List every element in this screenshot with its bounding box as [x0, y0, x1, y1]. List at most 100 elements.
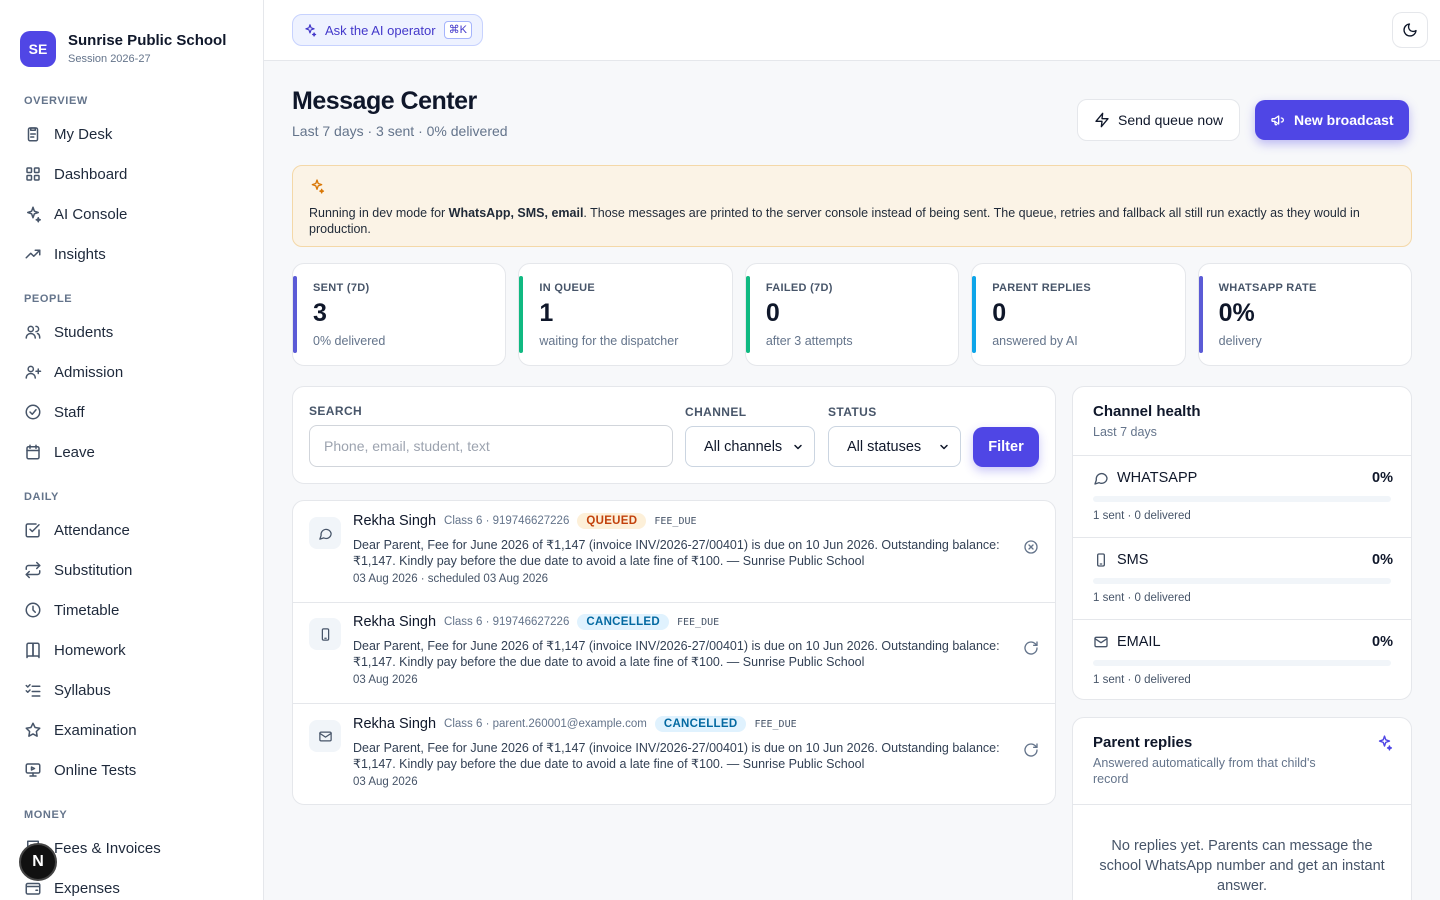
school-name: Sunrise Public School — [68, 32, 227, 49]
sidebar-item-label: Attendance — [54, 521, 130, 539]
topbar: Ask the AI operator ⌘K — [264, 0, 1440, 61]
dev-badge[interactable]: N — [19, 843, 57, 881]
stat-card: PARENT REPLIES 0 answered by AI — [971, 263, 1186, 366]
sidebar-item-label: Insights — [54, 245, 106, 263]
user-plus-icon — [24, 363, 42, 381]
check-square-icon — [24, 521, 42, 539]
message-action-button[interactable] — [1023, 640, 1041, 658]
calendar-icon — [26, 444, 40, 460]
clipboard-icon — [27, 127, 39, 142]
stat-value: 0 — [992, 299, 1007, 327]
message-row[interactable]: Rekha Singh Class 6 · 919746627226 QUEUED F… — [293, 501, 1055, 603]
school-logo: SE — [20, 31, 56, 67]
trending-up-icon — [24, 245, 42, 263]
banner-text: Running in dev mode for WhatsApp, SMS, e… — [309, 205, 1395, 237]
book-icon — [24, 641, 42, 659]
filter-card: SEARCH Phone, email, student, text CHANN… — [292, 386, 1056, 484]
parent-replies-subtitle: Answered automatically from that child's… — [1093, 756, 1316, 786]
divider — [1073, 804, 1411, 805]
sidebar-item-examination[interactable]: Examination — [0, 710, 263, 750]
channel-rate: 0% — [1372, 470, 1393, 486]
channel-note: 1 sent · 0 delivered — [1093, 510, 1191, 522]
book-icon — [26, 642, 40, 659]
sidebar: SE Sunrise Public School Session 2026-27… — [0, 0, 264, 900]
chat-bubble-icon — [1094, 472, 1108, 485]
message-time: 03 Aug 2026 — [353, 674, 418, 686]
stat-accent-bar — [972, 276, 977, 353]
stats-row: SENT (7D) 3 0% delivered IN QUEUE 1 waiting f… — [292, 263, 1413, 366]
stat-accent-bar — [745, 276, 750, 353]
stat-card: FAILED (7D) 0 after 3 attempts — [744, 263, 960, 366]
message-action-button[interactable] — [1023, 539, 1041, 557]
status-select[interactable]: All statuses — [828, 426, 961, 467]
status-select-value: All statuses — [847, 438, 922, 455]
sparkle-icon — [311, 179, 325, 194]
brand[interactable]: SE Sunrise Public School Session 2026-27 — [0, 0, 263, 78]
sidebar-item-dashboard[interactable]: Dashboard — [0, 154, 263, 194]
message-body: Dear Parent, Fee for June 2026 of ₹1,147… — [353, 639, 1000, 669]
banner-prefix: Running in dev mode for — [309, 206, 449, 220]
sidebar-item-leave[interactable]: Leave — [0, 432, 263, 472]
sidebar-item-attendance[interactable]: Attendance — [0, 510, 263, 550]
sidebar-item-label: My Desk — [54, 125, 113, 143]
recipient-name[interactable]: Rekha Singh — [353, 513, 436, 529]
stat-note: delivery — [1218, 334, 1262, 348]
message-action-button[interactable] — [1023, 742, 1041, 760]
banner-channels: WhatsApp, SMS, email — [448, 206, 584, 220]
nav-section-title: PEOPLE — [24, 293, 73, 305]
channel-select[interactable]: All channels — [685, 426, 815, 467]
chevron-down-icon — [794, 444, 802, 449]
sidebar-item-admission[interactable]: Admission — [0, 352, 263, 392]
channel-rate-track — [1093, 496, 1391, 502]
dev-mode-banner: Running in dev mode for WhatsApp, SMS, e… — [292, 165, 1412, 247]
sidebar-item-staff[interactable]: Staff — [0, 392, 263, 432]
list-checks-icon — [25, 684, 41, 697]
recipient-meta: Class 6 · parent.260001@example.com — [444, 718, 647, 730]
list-checks-icon — [24, 681, 42, 699]
wallet-icon — [24, 879, 42, 897]
channel-rate-track — [1093, 578, 1391, 584]
search-input[interactable]: Phone, email, student, text — [309, 425, 673, 467]
channel-rate: 0% — [1372, 552, 1393, 568]
sidebar-item-students[interactable]: Students — [0, 312, 263, 352]
clipboard-icon — [24, 125, 42, 143]
stat-label: IN QUEUE — [539, 282, 595, 294]
recipient-name[interactable]: Rekha Singh — [353, 614, 436, 630]
sidebar-item-substitution[interactable]: Substitution — [0, 550, 263, 590]
sidebar-item-ai-console[interactable]: AI Console — [0, 194, 263, 234]
channel-name: WHATSAPP — [1117, 470, 1198, 486]
channel-name: EMAIL — [1117, 634, 1161, 650]
status-badge: QUEUED — [577, 513, 647, 529]
mail-icon — [318, 731, 332, 741]
filter-button[interactable]: Filter — [973, 427, 1039, 467]
retry-icon — [1024, 743, 1038, 757]
message-row[interactable]: Rekha Singh Class 6 · parent.260001@examp… — [293, 704, 1055, 804]
grid-icon — [24, 165, 42, 183]
sidebar-item-label: Homework — [54, 641, 126, 659]
message-list: Rekha Singh Class 6 · 919746627226 QUEUED F… — [292, 500, 1056, 805]
message-row[interactable]: Rekha Singh Class 6 · 919746627226 CANCELL… — [293, 602, 1055, 704]
message-time: 03 Aug 2026 · scheduled 03 Aug 2026 — [353, 573, 549, 585]
sidebar-item-homework[interactable]: Homework — [0, 630, 263, 670]
ask-ai-button[interactable]: Ask the AI operator ⌘K — [292, 14, 483, 46]
check-square-icon — [25, 523, 40, 538]
sidebar-item-insights[interactable]: Insights — [0, 234, 263, 274]
send-queue-button[interactable]: Send queue now — [1077, 99, 1241, 141]
channel-health-row: EMAIL 0% 1 sent · 0 delivered — [1073, 619, 1411, 699]
cancel-circle-icon — [1024, 540, 1038, 554]
badge-check-icon — [24, 403, 42, 421]
sidebar-item-syllabus[interactable]: Syllabus — [0, 670, 263, 710]
sidebar-item-timetable[interactable]: Timetable — [0, 590, 263, 630]
sidebar-item-label: Syllabus — [54, 681, 111, 699]
sidebar-item-label: Timetable — [54, 601, 120, 619]
stat-note: 0% delivered — [313, 334, 386, 348]
ask-ai-label: Ask the AI operator — [325, 22, 436, 38]
new-broadcast-button[interactable]: New broadcast — [1255, 100, 1409, 140]
channel-rate-track — [1093, 660, 1391, 666]
replies-empty-state: No replies yet. Parents can message the … — [1099, 838, 1385, 894]
recipient-name[interactable]: Rekha Singh — [353, 716, 436, 732]
sidebar-item-online-tests[interactable]: Online Tests — [0, 750, 263, 790]
stat-accent-bar — [293, 276, 297, 353]
theme-toggle-button[interactable] — [1392, 12, 1428, 48]
sidebar-item-my-desk[interactable]: My Desk — [0, 114, 263, 154]
